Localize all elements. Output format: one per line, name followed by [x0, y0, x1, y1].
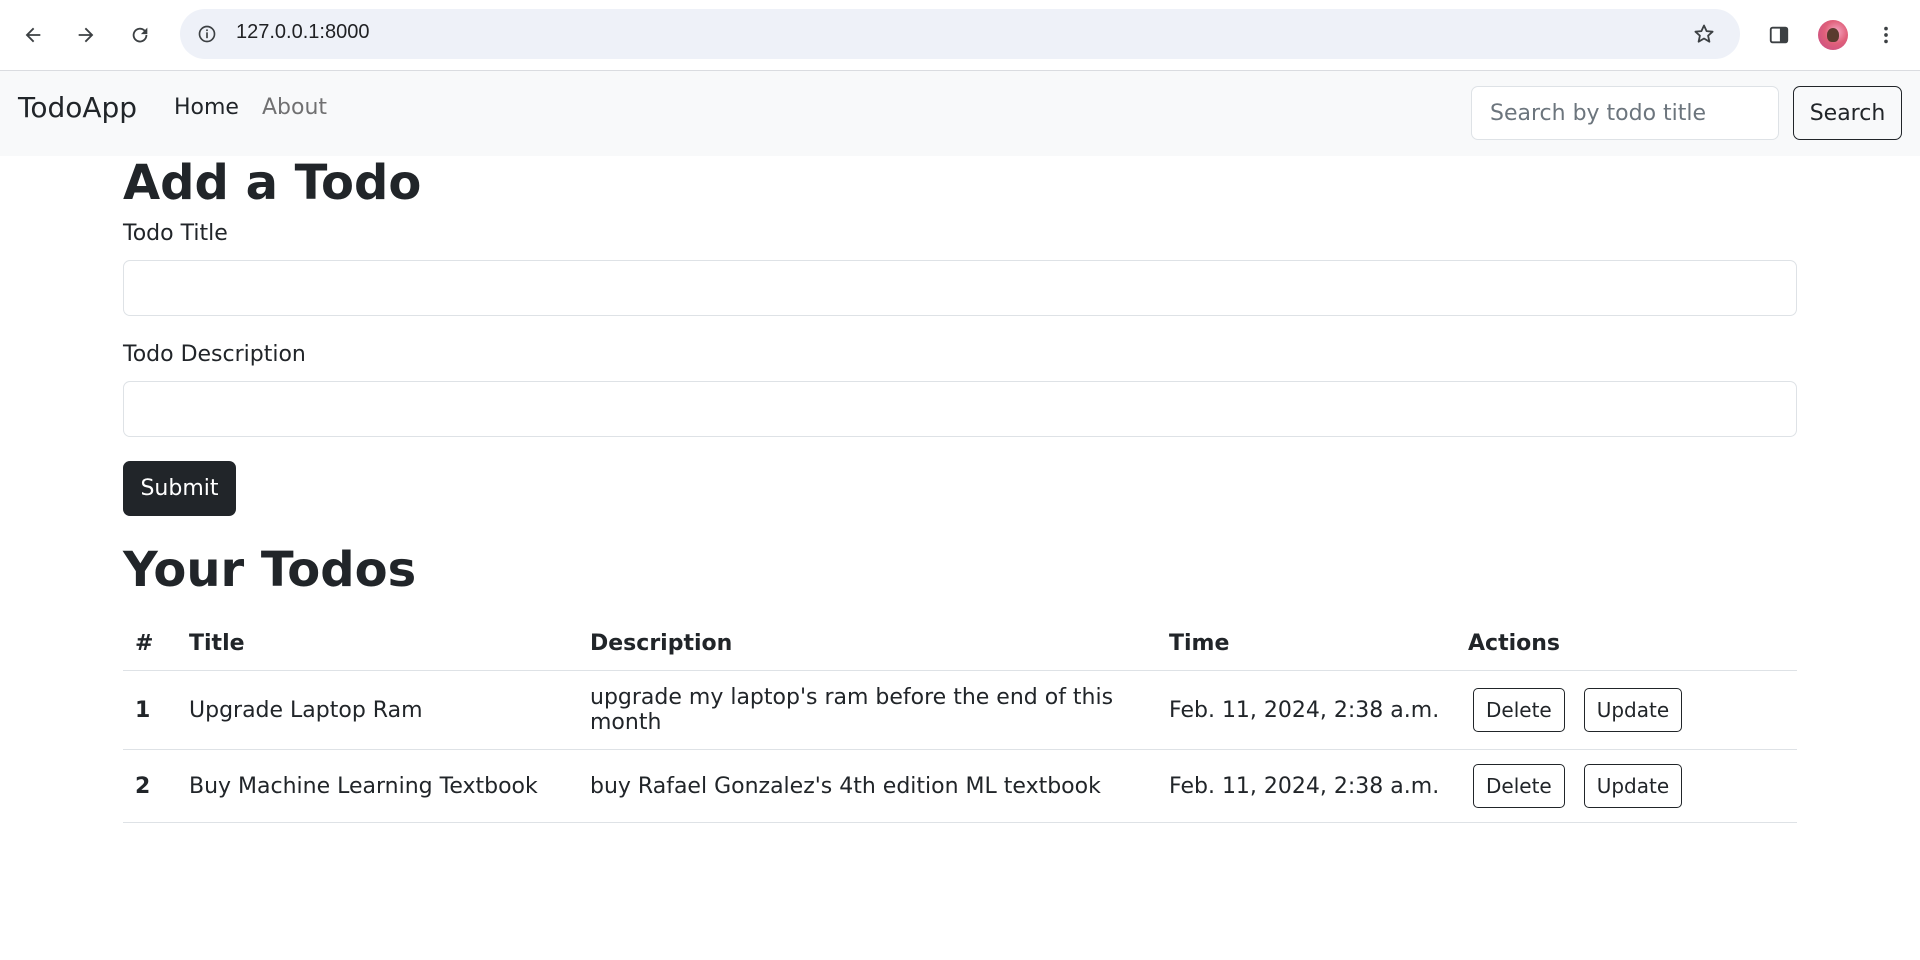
nav-link-home[interactable]: Home: [174, 95, 239, 120]
submit-button[interactable]: Submit: [123, 460, 236, 516]
column-header-number: #: [123, 617, 177, 672]
site-navbar: TodoApp Home About Search: [0, 71, 1920, 156]
column-header-actions: Actions: [1456, 617, 1797, 672]
more-menu-icon[interactable]: [1866, 15, 1906, 55]
bookmark-star-icon[interactable]: [1690, 20, 1718, 48]
nav-link-about[interactable]: About: [262, 95, 327, 120]
todo-title-input[interactable]: [123, 259, 1797, 316]
todo-title-label: Todo Title: [123, 220, 228, 246]
delete-button[interactable]: Delete: [1473, 764, 1565, 809]
todo-description-input[interactable]: [123, 380, 1797, 437]
todo-description-label: Todo Description: [123, 341, 306, 367]
your-todos-heading: Your Todos: [123, 541, 417, 598]
side-panel-icon[interactable]: [1759, 15, 1799, 55]
todo-actions: Delete Update: [1456, 749, 1797, 824]
todo-number: 1: [123, 670, 177, 751]
todo-actions: Delete Update: [1456, 670, 1797, 751]
todos-table: # Title Description Time Actions 1 Upgra…: [123, 617, 1797, 824]
site-info-icon[interactable]: [194, 21, 220, 47]
todo-description: upgrade my laptop's ram before the end o…: [578, 670, 1157, 751]
todo-title: Buy Machine Learning Textbook: [177, 749, 578, 824]
column-header-title: Title: [177, 617, 578, 672]
add-todo-heading: Add a Todo: [123, 155, 422, 211]
profile-avatar[interactable]: [1813, 15, 1853, 55]
reload-icon[interactable]: [120, 15, 160, 55]
back-arrow-icon[interactable]: [13, 15, 53, 55]
table-header-row: # Title Description Time Actions: [123, 617, 1797, 672]
table-row: 1 Upgrade Laptop Ram upgrade my laptop's…: [123, 670, 1797, 751]
todo-time: Feb. 11, 2024, 2:38 a.m.: [1157, 749, 1456, 824]
url-text: 127.0.0.1:8000: [236, 21, 370, 43]
todo-title: Upgrade Laptop Ram: [177, 670, 578, 751]
table-row: 2 Buy Machine Learning Textbook buy Rafa…: [123, 749, 1797, 824]
main-content: Add a Todo Todo Title Todo Description S…: [123, 155, 1797, 824]
forward-arrow-icon[interactable]: [66, 15, 106, 55]
todo-description: buy Rafael Gonzalez's 4th edition ML tex…: [578, 749, 1157, 824]
update-button[interactable]: Update: [1583, 688, 1683, 733]
browser-toolbar: 127.0.0.1:8000: [0, 0, 1920, 71]
address-bar[interactable]: 127.0.0.1:8000: [180, 9, 1740, 59]
column-header-description: Description: [578, 617, 1157, 672]
brand-link[interactable]: TodoApp: [18, 91, 137, 124]
todo-number: 2: [123, 749, 177, 824]
search-button[interactable]: Search: [1793, 86, 1902, 140]
todo-time: Feb. 11, 2024, 2:38 a.m.: [1157, 670, 1456, 751]
column-header-time: Time: [1157, 617, 1456, 672]
delete-button[interactable]: Delete: [1473, 688, 1565, 733]
update-button[interactable]: Update: [1583, 764, 1683, 809]
search-input[interactable]: [1471, 86, 1779, 140]
